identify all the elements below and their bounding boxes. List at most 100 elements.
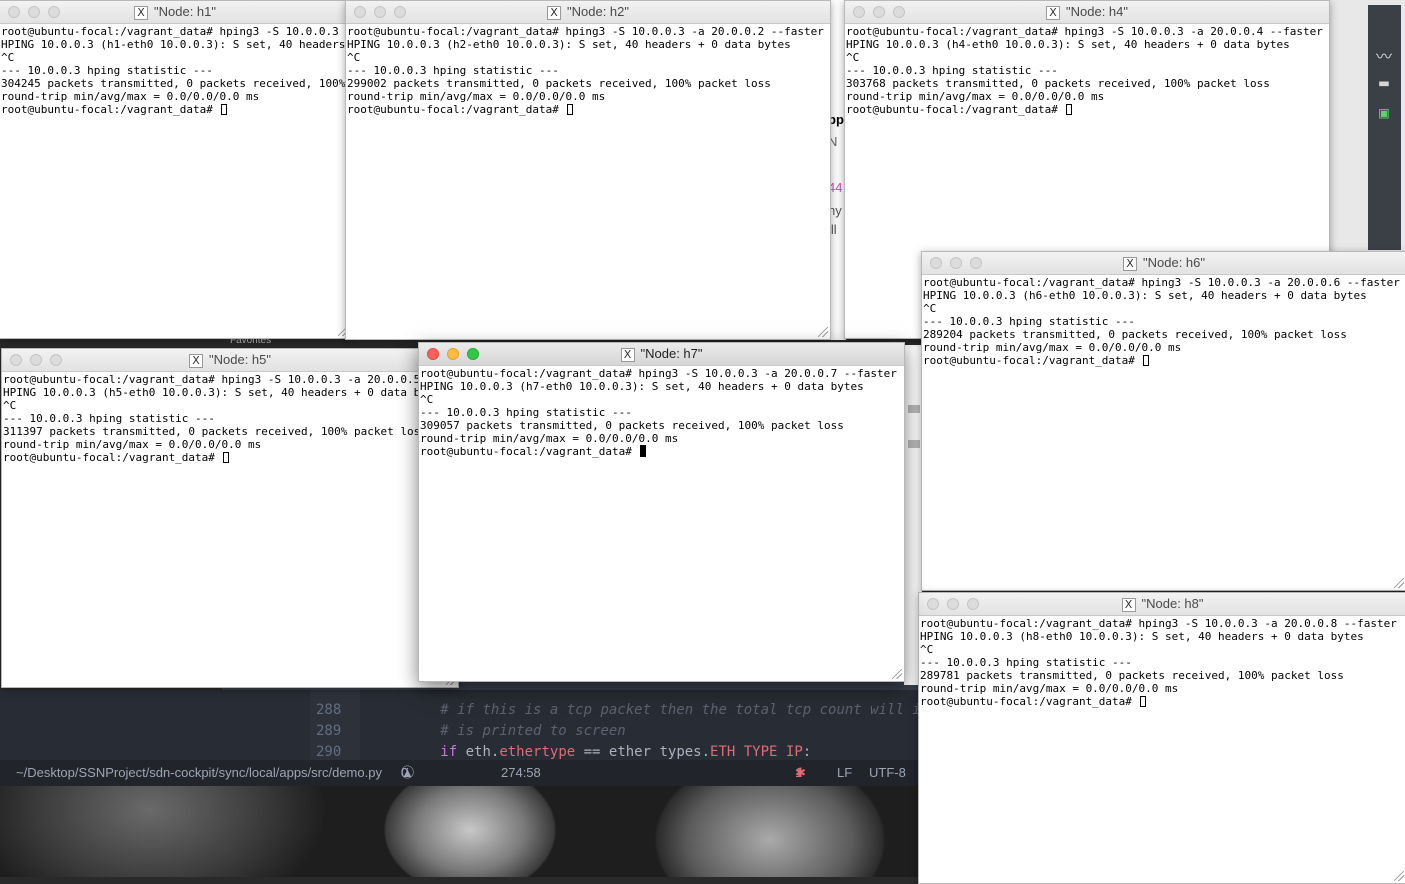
gift-icon[interactable]: ▣ — [1372, 103, 1396, 123]
terminal-line-text: root@ubuntu-focal:/vagrant_data# — [923, 354, 1142, 367]
code-comment: # is printed to screen — [440, 723, 626, 739]
terminal-line-text: round-trip min/avg/max = 0.0/0.0/0.0 ms — [923, 341, 1182, 354]
editor-status-bar: ~/Desktop/SSNProject/sdn-cockpit/sync/lo… — [0, 760, 918, 786]
terminal-line: --- 10.0.0.3 hping statistic --- — [420, 406, 904, 419]
window-titlebar[interactable]: X "Node: h6" — [922, 252, 1405, 275]
terminal-line: root@ubuntu-focal:/vagrant_data# — [923, 354, 1405, 367]
window-titlebar[interactable]: X "Node: h4" — [845, 1, 1329, 24]
line-number: 288 — [316, 702, 342, 718]
code-attribute: ethertype — [499, 744, 576, 760]
terminal-output[interactable]: root@ubuntu-focal:/vagrant_data# hping3 … — [919, 616, 1405, 883]
terminal-line-text: --- 10.0.0.3 hping statistic --- — [1, 64, 213, 77]
resize-grip[interactable] — [1394, 578, 1404, 588]
window-titlebar[interactable]: X "Node: h1" — [0, 1, 350, 24]
terminal-line-text: ^C — [420, 393, 434, 406]
window-titlebar[interactable]: X "Node: h2" — [346, 1, 830, 24]
terminal-cursor — [566, 104, 573, 115]
code-text: eth. — [457, 744, 500, 760]
terminal-line: ^C — [1, 51, 350, 64]
terminal-line-text: 311397 packets transmitted, 0 packets re… — [3, 425, 427, 438]
terminal-line: ^C — [3, 399, 458, 412]
terminal-line-text: 304245 packets transmitted, 0 packets re… — [1, 77, 346, 90]
terminal-line-text: ^C — [3, 399, 17, 412]
terminal-line: HPING 10.0.0.3 (h8-eth0 10.0.0.3): S set… — [920, 630, 1405, 643]
terminal-output[interactable]: root@ubuntu-focal:/vagrant_data# hping3 … — [0, 24, 350, 338]
line-number: 289 — [316, 723, 342, 739]
file-encoding[interactable]: UTF-8 — [869, 760, 906, 786]
terminal-line: ^C — [347, 51, 830, 64]
resize-grip[interactable] — [892, 669, 902, 679]
terminal-output[interactable]: root@ubuntu-focal:/vagrant_data# hping3 … — [922, 275, 1405, 590]
window-title-text: "Node: h1" — [154, 4, 216, 19]
activity-icon[interactable]: 〰 — [1372, 43, 1396, 66]
terminal-line-text: root@ubuntu-focal:/vagrant_data# — [920, 695, 1139, 708]
code-text: == ether types. — [575, 744, 711, 760]
code-constant: ETH TYPE IP — [710, 744, 803, 760]
file-path[interactable]: ~/Desktop/SSNProject/sdn-cockpit/sync/lo… — [16, 760, 382, 786]
terminal-line-text: round-trip min/avg/max = 0.0/0.0/0.0 ms — [1, 90, 260, 103]
window-title: X "Node: h1" — [0, 1, 350, 23]
terminal-line: root@ubuntu-focal:/vagrant_data# hping3 … — [920, 617, 1405, 630]
terminal-line: HPING 10.0.0.3 (h7-eth0 10.0.0.3): S set… — [420, 380, 904, 393]
terminal-line-text: ^C — [1, 51, 15, 64]
window-title-text: "Node: h8" — [1141, 596, 1204, 611]
terminal-line: 309057 packets transmitted, 0 packets re… — [420, 419, 904, 432]
terminal-line-text: HPING 10.0.0.3 (h1-eth0 10.0.0.3): S set… — [1, 38, 346, 51]
code-line-289[interactable]: 289 # is printed to screen — [310, 721, 626, 742]
terminal-cursor — [220, 104, 227, 115]
terminal-line: root@ubuntu-focal:/vagrant_data# hping3 … — [923, 276, 1405, 289]
terminal-line: ^C — [923, 302, 1405, 315]
terminal-window-h5[interactable]: X "Node: h5" root@ubuntu-focal:/vagrant_da… — [1, 348, 459, 688]
terminal-window-h2[interactable]: X "Node: h2" root@ubuntu-focal:/vagrant_da… — [345, 0, 831, 340]
terminal-line-text: round-trip min/avg/max = 0.0/0.0/0.0 ms — [920, 682, 1179, 695]
terminal-line-text: ^C — [920, 643, 934, 656]
terminal-cursor — [1139, 696, 1146, 707]
terminal-window-h6[interactable]: X "Node: h6" root@ubuntu-focal:/vagrant_da… — [921, 251, 1405, 591]
terminal-window-h1[interactable]: X "Node: h1" root@ubuntu-focal:/vagrant_da… — [0, 0, 351, 339]
background-app-sidebar: 〰 ▬ ▣ — [1368, 5, 1401, 250]
terminal-line-text: root@ubuntu-focal:/vagrant_data# — [347, 103, 566, 116]
terminal-line: --- 10.0.0.3 hping statistic --- — [1, 64, 350, 77]
window-title: X "Node: h2" — [346, 1, 830, 23]
terminal-line: 289204 packets transmitted, 0 packets re… — [923, 328, 1405, 341]
cursor-position[interactable]: 274:58 — [501, 760, 541, 786]
terminal-line: HPING 10.0.0.3 (h1-eth0 10.0.0.3): S set… — [1, 38, 350, 51]
terminal-output[interactable]: root@ubuntu-focal:/vagrant_data# hping3 … — [419, 366, 904, 681]
resize-grip[interactable] — [1394, 871, 1404, 881]
window-title-text: "Node: h6" — [1143, 255, 1205, 270]
terminal-line-text: round-trip min/avg/max = 0.0/0.0/0.0 ms — [420, 432, 679, 445]
terminal-line-text: root@ubuntu-focal:/vagrant_data# hping3 … — [420, 367, 897, 380]
terminal-window-h7[interactable]: X "Node: h7" root@ubuntu-focal:/vagrant_da… — [418, 342, 905, 682]
terminal-line: 299002 packets transmitted, 0 packets re… — [347, 77, 830, 90]
window-title: X "Node: h6" — [922, 252, 1405, 274]
terminal-line: root@ubuntu-focal:/vagrant_data# hping3 … — [347, 25, 830, 38]
terminal-line-text: round-trip min/avg/max = 0.0/0.0/0.0 ms — [3, 438, 262, 451]
terminal-output[interactable]: root@ubuntu-focal:/vagrant_data# hping3 … — [2, 372, 458, 687]
window-titlebar[interactable]: X "Node: h5" — [2, 349, 458, 372]
window-title: X "Node: h4" — [845, 1, 1329, 23]
line-ending[interactable]: LF — [837, 760, 852, 786]
terminal-output[interactable]: root@ubuntu-focal:/vagrant_data# hping3 … — [346, 24, 830, 339]
terminal-line-text: round-trip min/avg/max = 0.0/0.0/0.0 ms — [846, 90, 1105, 103]
terminal-line-text: root@ubuntu-focal:/vagrant_data# — [420, 445, 639, 458]
terminal-line: root@ubuntu-focal:/vagrant_data# — [920, 695, 1405, 708]
terminal-line-text: root@ubuntu-focal:/vagrant_data# hping3 … — [3, 373, 458, 386]
terminal-line-text: root@ubuntu-focal:/vagrant_data# — [1, 103, 220, 116]
resize-grip[interactable] — [818, 327, 828, 337]
terminal-line-text: 309057 packets transmitted, 0 packets re… — [420, 419, 844, 432]
terminal-line: root@ubuntu-focal:/vagrant_data# hping3 … — [3, 373, 458, 386]
window-titlebar[interactable]: X "Node: h8" — [919, 593, 1405, 616]
window-titlebar[interactable]: X "Node: h7" — [419, 343, 904, 366]
terminal-line: root@ubuntu-focal:/vagrant_data# — [846, 103, 1329, 116]
terminal-line: 304245 packets transmitted, 0 packets re… — [1, 77, 350, 90]
terminal-line: 289781 packets transmitted, 0 packets re… — [920, 669, 1405, 682]
terminal-line: round-trip min/avg/max = 0.0/0.0/0.0 ms — [923, 341, 1405, 354]
info-count: 0 — [401, 765, 409, 780]
battery-icon[interactable]: ▬ — [1372, 73, 1396, 93]
code-line-288[interactable]: 288 # if this is a tcp packet then the t… — [310, 700, 921, 721]
terminal-line: round-trip min/avg/max = 0.0/0.0/0.0 ms — [920, 682, 1405, 695]
terminal-line: --- 10.0.0.3 hping statistic --- — [3, 412, 458, 425]
terminal-window-h8[interactable]: X "Node: h8" root@ubuntu-focal:/vagrant_da… — [918, 592, 1405, 884]
terminal-line-text: --- 10.0.0.3 hping statistic --- — [3, 412, 215, 425]
window-title-text: "Node: h5" — [209, 352, 271, 367]
